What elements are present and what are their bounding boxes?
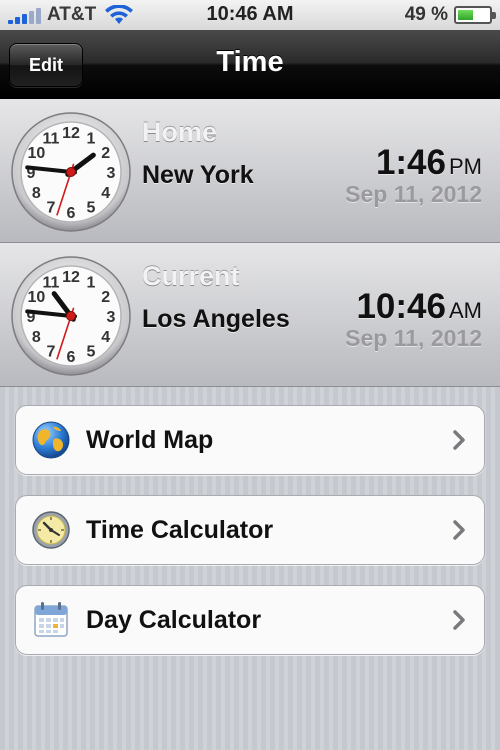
clock-ampm: PM — [449, 154, 482, 179]
analog-clock-icon: 12 1234567891011 — [11, 112, 131, 232]
clock-number: 1 — [87, 130, 96, 147]
menu-item-time-calculator[interactable]: Time Calculator — [15, 495, 485, 565]
battery-icon — [454, 6, 496, 24]
battery-fill — [458, 10, 473, 20]
clock-number: 8 — [32, 329, 41, 346]
clock-number: 10 — [27, 289, 45, 306]
screen: AT&T 10:46 AM 49 % Edit Time 12 1 2 3 4 5 6 7 8 9… — [0, 0, 500, 750]
status-bar: AT&T 10:46 AM 49 % — [0, 0, 500, 31]
analog-clock-icon: 12 1234567891011 — [11, 256, 131, 376]
clock-number: 1 — [87, 274, 96, 291]
chevron-right-icon — [453, 610, 465, 630]
chevron-right-icon — [453, 430, 465, 450]
clock-digital-time: 1:46 PM — [376, 143, 482, 183]
clock-number: 11 — [43, 274, 60, 291]
clock-number: 4 — [101, 185, 110, 202]
clock-date: Sep 11, 2012 — [345, 181, 482, 207]
clock-number: 6 — [67, 205, 76, 222]
clock-number: 3 — [107, 165, 116, 182]
clock-digital-time: 10:46 AM — [356, 287, 482, 327]
clock-number: 2 — [101, 289, 110, 306]
clock-number: 2 — [101, 145, 110, 162]
clock-number: 7 — [47, 344, 56, 361]
clock-ampm: AM — [449, 298, 482, 323]
status-right: 49 % — [404, 4, 496, 26]
clock-number: 12 — [62, 125, 80, 142]
clock-city: New York — [142, 161, 254, 189]
clock-row-current[interactable]: 12 1 2 3 4 5 6 7 8 9 10 11 Current Los Angeles 10:4… — [0, 243, 500, 387]
clock-center-pin — [66, 311, 76, 321]
navigation-bar: Edit Time — [0, 30, 500, 99]
clock-number: 11 — [43, 130, 60, 147]
menu-area: World Map Time Calculator Day Calculator — [0, 387, 500, 750]
clock-number: 10 — [27, 145, 45, 162]
clock-number: 5 — [87, 200, 96, 217]
menu-item-label: Day Calculator — [86, 605, 262, 634]
menu-item-label: World Map — [86, 425, 214, 454]
clock-time-value: 1:46 — [375, 143, 446, 182]
menu-item-world-map[interactable]: World Map — [15, 405, 485, 475]
clock-row-home[interactable]: 12 1 2 3 4 5 6 7 8 9 10 11 Home New York 1:46 PM Sep… — [0, 99, 500, 243]
clock-caption: Home — [142, 117, 218, 147]
clock-number: 3 — [107, 309, 116, 326]
chevron-right-icon — [453, 520, 465, 540]
clock-date: Sep 11, 2012 — [345, 325, 482, 351]
menu-item-day-calculator[interactable]: Day Calculator — [15, 585, 485, 655]
page-title: Time — [216, 46, 284, 78]
clock-caption: Current — [142, 261, 240, 291]
clock-number: 7 — [47, 200, 56, 217]
clock-number: 6 — [67, 349, 76, 366]
compass-clock-icon — [32, 511, 70, 549]
clock-number: 12 — [62, 269, 80, 286]
clock-time-value: 10:46 — [356, 287, 446, 326]
menu-item-label: Time Calculator — [86, 515, 274, 544]
calendar-icon — [34, 602, 68, 637]
clock-number: 4 — [101, 329, 110, 346]
battery-percent: 49 % — [404, 4, 448, 25]
clock-city: Los Angeles — [142, 305, 290, 333]
clock-number: 8 — [32, 185, 41, 202]
globe-icon — [32, 421, 70, 459]
clock-number: 5 — [87, 344, 96, 361]
clock-center-pin — [66, 167, 76, 177]
